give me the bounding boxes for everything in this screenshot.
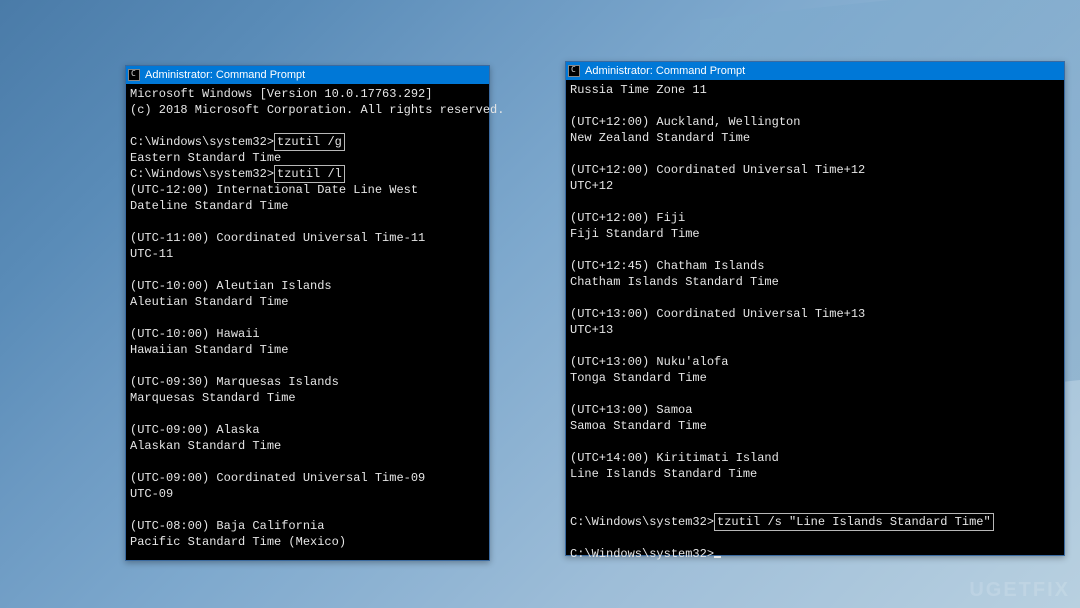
terminal-line: Tonga Standard Time (570, 370, 1060, 386)
terminal-line (130, 358, 485, 374)
cmd-icon (568, 65, 580, 77)
terminal-line (130, 262, 485, 278)
prompt: C:\Windows\system32> (570, 547, 714, 561)
terminal-line (570, 338, 1060, 354)
terminal-line: Marquesas Standard Time (130, 390, 485, 406)
terminal-line: (UTC-09:30) Marquesas Islands (130, 374, 485, 390)
terminal-line: C:\Windows\system32> (570, 546, 1060, 562)
terminal-line: (UTC-09:00) Alaska (130, 422, 485, 438)
terminal-line: Samoa Standard Time (570, 418, 1060, 434)
terminal-line: (UTC-08:00) Baja California (130, 518, 485, 534)
terminal-line (570, 386, 1060, 402)
terminal-line: Line Islands Standard Time (570, 466, 1060, 482)
window-title: Administrator: Command Prompt (585, 65, 745, 77)
terminal-line: (UTC+14:00) Kiritimati Island (570, 450, 1060, 466)
cmd-window-left[interactable]: Administrator: Command Prompt Microsoft … (125, 65, 490, 561)
terminal-line: (UTC+13:00) Samoa (570, 402, 1060, 418)
terminal-line: (UTC-12:00) International Date Line West (130, 182, 485, 198)
watermark: UGETFIX (969, 579, 1070, 602)
terminal-line: C:\Windows\system32>tzutil /g (130, 134, 485, 150)
terminal-line (570, 482, 1060, 498)
terminal-line: C:\Windows\system32>tzutil /l (130, 166, 485, 182)
window-title: Administrator: Command Prompt (145, 69, 305, 81)
terminal-line: (UTC-09:00) Coordinated Universal Time-0… (130, 470, 485, 486)
terminal-line: Microsoft Windows [Version 10.0.17763.29… (130, 86, 485, 102)
terminal-line: (UTC-10:00) Hawaii (130, 326, 485, 342)
terminal-line: (UTC+13:00) Nuku'alofa (570, 354, 1060, 370)
terminal-line (570, 242, 1060, 258)
terminal-line: Eastern Standard Time (130, 150, 485, 166)
terminal-line: Pacific Standard Time (Mexico) (130, 534, 485, 550)
terminal-line (570, 98, 1060, 114)
terminal-line: Dateline Standard Time (130, 198, 485, 214)
cmd-window-right[interactable]: Administrator: Command Prompt Russia Tim… (565, 61, 1065, 556)
terminal-line: (UTC+12:00) Fiji (570, 210, 1060, 226)
command: tzutil /l (274, 165, 345, 183)
terminal-line: UTC+13 (570, 322, 1060, 338)
cmd-icon (128, 69, 140, 81)
terminal-line: Hawaiian Standard Time (130, 342, 485, 358)
cursor (714, 556, 721, 558)
terminal-line: (UTC+12:00) Coordinated Universal Time+1… (570, 162, 1060, 178)
terminal-line (130, 310, 485, 326)
titlebar[interactable]: Administrator: Command Prompt (566, 62, 1064, 80)
terminal-line: Alaskan Standard Time (130, 438, 485, 454)
terminal-line (570, 146, 1060, 162)
terminal-line (570, 434, 1060, 450)
terminal-line: UTC-11 (130, 246, 485, 262)
terminal-line (570, 530, 1060, 546)
prompt: C:\Windows\system32> (130, 135, 274, 149)
command: tzutil /s "Line Islands Standard Time" (714, 513, 994, 531)
terminal-line: (c) 2018 Microsoft Corporation. All righ… (130, 102, 485, 118)
terminal-line (130, 118, 485, 134)
terminal-line: (UTC+13:00) Coordinated Universal Time+1… (570, 306, 1060, 322)
terminal-line: Russia Time Zone 11 (570, 82, 1060, 98)
terminal-line: Fiji Standard Time (570, 226, 1060, 242)
terminal-line: (UTC+12:00) Auckland, Wellington (570, 114, 1060, 130)
terminal-output-right[interactable]: Russia Time Zone 11 (UTC+12:00) Auckland… (566, 80, 1064, 564)
terminal-line: (UTC+12:45) Chatham Islands (570, 258, 1060, 274)
terminal-line: UTC+12 (570, 178, 1060, 194)
terminal-line (570, 194, 1060, 210)
terminal-line (130, 454, 485, 470)
terminal-line (130, 214, 485, 230)
terminal-line (130, 502, 485, 518)
terminal-line: (UTC-11:00) Coordinated Universal Time-1… (130, 230, 485, 246)
terminal-line: Chatham Islands Standard Time (570, 274, 1060, 290)
terminal-line: New Zealand Standard Time (570, 130, 1060, 146)
terminal-line: (UTC-10:00) Aleutian Islands (130, 278, 485, 294)
prompt: C:\Windows\system32> (570, 515, 714, 529)
titlebar[interactable]: Administrator: Command Prompt (126, 66, 489, 84)
terminal-line (570, 498, 1060, 514)
terminal-line: C:\Windows\system32>tzutil /s "Line Isla… (570, 514, 1060, 530)
terminal-line (570, 290, 1060, 306)
command: tzutil /g (274, 133, 345, 151)
terminal-line: Aleutian Standard Time (130, 294, 485, 310)
terminal-line (130, 406, 485, 422)
terminal-line: UTC-09 (130, 486, 485, 502)
terminal-output-left[interactable]: Microsoft Windows [Version 10.0.17763.29… (126, 84, 489, 552)
prompt: C:\Windows\system32> (130, 167, 274, 181)
